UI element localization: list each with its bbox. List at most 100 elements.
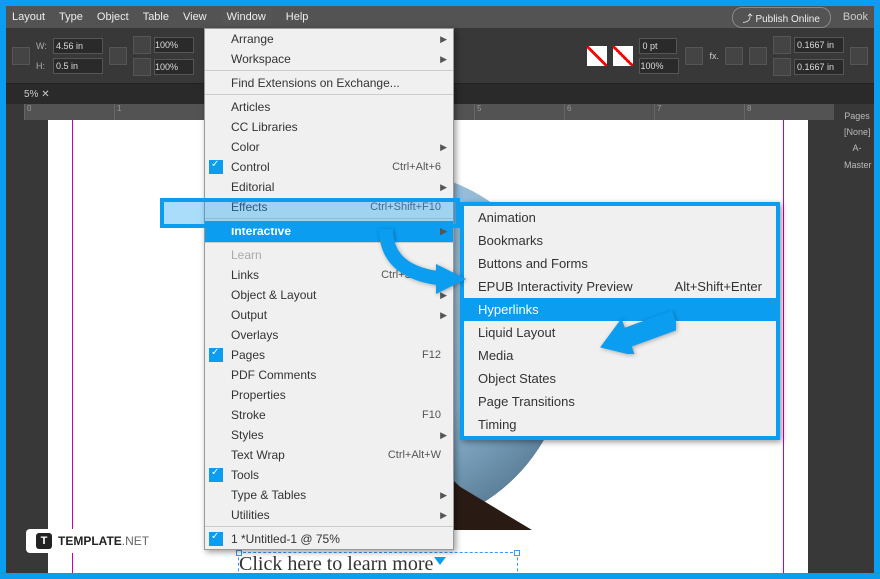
interactive-submenu-item-buttons-and-forms[interactable]: Buttons and Forms [464, 252, 776, 275]
menu-item-label: Articles [231, 100, 270, 114]
interactive-submenu-item-liquid-layout[interactable]: Liquid Layout [464, 321, 776, 344]
scale-y-input[interactable] [154, 59, 194, 75]
menu-help[interactable]: Help [286, 11, 309, 23]
menu-item-label: Learn [231, 248, 262, 262]
window-menu-item-interactive[interactable]: Interactive▶ [205, 221, 453, 243]
status-triangle-icon [434, 557, 446, 565]
window-menu-item-articles[interactable]: Articles [205, 97, 453, 117]
window-menu-item-properties[interactable]: Properties [205, 385, 453, 405]
window-menu-item-find-extensions-on-exchange-[interactable]: Find Extensions on Exchange... [205, 73, 453, 95]
publish-label: Publish Online [755, 14, 819, 25]
h-label: H: [36, 61, 50, 71]
menu-item-label: Tools [231, 468, 259, 482]
window-menu-item-type-tables[interactable]: Type & Tables▶ [205, 485, 453, 505]
corner-options-icon[interactable] [850, 47, 868, 65]
window-menu-item-editorial[interactable]: Editorial▶ [205, 177, 453, 197]
menubar: Layout Type Object Table View Window Hel… [6, 6, 874, 28]
fx-label[interactable]: fx. [709, 51, 719, 61]
menu-table[interactable]: Table [143, 11, 169, 23]
menu-layout[interactable]: Layout [12, 11, 45, 23]
submenu-item-label: Object States [478, 371, 556, 386]
window-menu-item-links[interactable]: LinksCtrl+Shift+D [205, 265, 453, 285]
window-menu-item-styles[interactable]: Styles ▶ [205, 425, 453, 445]
link-wh-icon[interactable] [109, 47, 127, 65]
menu-type[interactable]: Type [59, 11, 83, 23]
submenu-arrow-icon: ▶ [440, 290, 447, 301]
handle-tl[interactable] [236, 550, 242, 556]
interactive-submenu-item-object-states[interactable]: Object States [464, 367, 776, 390]
publish-online-button[interactable]: ⤴ Publish Online [732, 7, 831, 28]
window-menu-item-workspace[interactable]: Workspace▶ [205, 49, 453, 71]
inset-bottom-icon [773, 58, 791, 76]
submenu-arrow-icon: ▶ [440, 430, 447, 441]
interactive-submenu-item-hyperlinks[interactable]: Hyperlinks [464, 298, 776, 321]
menu-item-label: Properties [231, 388, 286, 402]
window-menu-item-output[interactable]: Output▶ [205, 305, 453, 325]
stroke-weight-input[interactable] [639, 38, 677, 54]
interactive-submenu-item-page-transitions[interactable]: Page Transitions [464, 390, 776, 413]
interactive-submenu-item-animation[interactable]: Animation [464, 206, 776, 229]
window-menu-item-utilities[interactable]: Utilities▶ [205, 505, 453, 527]
window-menu-item-learn[interactable]: Learn [205, 245, 453, 265]
submenu-arrow-icon: ▶ [440, 226, 447, 237]
menu-view[interactable]: View [183, 11, 207, 23]
menu-window[interactable]: Window [221, 8, 272, 26]
zoom-tab[interactable]: 5% ✕ [14, 89, 60, 100]
menu-object[interactable]: Object [97, 11, 129, 23]
window-menu-item-effects[interactable]: EffectsCtrl+Shift+F10 [205, 197, 453, 219]
window-menu-item-arrange[interactable]: Arrange▶ [205, 29, 453, 49]
pages-master[interactable]: A-Master [844, 140, 870, 172]
inset2-input[interactable] [794, 59, 844, 75]
submenu-arrow-icon: ▶ [440, 310, 447, 321]
interactive-submenu: AnimationBookmarksButtons and FormsEPUB … [460, 202, 780, 440]
stroke-swatch[interactable] [613, 46, 633, 66]
handle-tr[interactable] [514, 550, 520, 556]
window-menu-item-control[interactable]: ControlCtrl+Alt+6 [205, 157, 453, 177]
textframe-text: Click here to learn more [239, 553, 433, 573]
window-menu-item-text-wrap[interactable]: Text WrapCtrl+Alt+W [205, 445, 453, 465]
window-menu-item-color[interactable]: Color▶ [205, 137, 453, 157]
pages-panel[interactable]: Pages [None] A-Master [840, 104, 874, 177]
w-label: W: [36, 41, 50, 51]
window-menu-item-pdf-comments[interactable]: PDF Comments [205, 365, 453, 385]
workspace-switcher[interactable]: Book [843, 11, 868, 23]
submenu-item-label: Liquid Layout [478, 325, 555, 340]
height-input[interactable] [53, 58, 103, 74]
interactive-submenu-item-media[interactable]: Media [464, 344, 776, 367]
reference-point-icon[interactable] [12, 47, 30, 65]
pages-none[interactable]: [None] [844, 124, 870, 140]
fill-swatch[interactable] [587, 46, 607, 66]
menu-item-shortcut: F10 [422, 409, 441, 421]
window-menu-item-1-untitled-1-75-[interactable]: 1 *Untitled-1 @ 75% [205, 529, 453, 549]
menu-item-label: Pages [231, 348, 265, 362]
menu-item-label: Object & Layout [231, 288, 316, 302]
menu-item-label: Links [231, 268, 259, 282]
selected-text-frame[interactable]: Click here to learn more [238, 552, 518, 573]
interactive-submenu-item-timing[interactable]: Timing [464, 413, 776, 436]
window-menu-item-pages[interactable]: PagesF12 [205, 345, 453, 365]
margin-guide-left [72, 120, 73, 573]
window-menu-item-object-layout[interactable]: Object & Layout ▶ [205, 285, 453, 305]
stroke-style-icon[interactable] [685, 47, 703, 65]
window-menu-dropdown: Arrange▶Workspace▶ Find Extensions on Exc… [204, 28, 454, 550]
inset1-input[interactable] [794, 37, 844, 53]
template-t-icon: T [36, 533, 52, 549]
pages-panel-title: Pages [844, 108, 870, 124]
menu-item-label: Styles [231, 428, 264, 442]
menu-item-label: Utilities [231, 508, 270, 522]
interactive-submenu-item-bookmarks[interactable]: Bookmarks [464, 229, 776, 252]
window-menu-item-stroke[interactable]: Stroke F10 [205, 405, 453, 425]
submenu-arrow-icon: ▶ [440, 142, 447, 153]
window-menu-item-overlays[interactable]: Overlays [205, 325, 453, 345]
textwrap-icon[interactable] [749, 47, 767, 65]
scale-y-icon [133, 58, 151, 76]
opacity-input[interactable] [639, 58, 679, 74]
window-menu-item-tools[interactable]: Tools [205, 465, 453, 485]
menu-item-label: Stroke [231, 408, 266, 422]
scale-x-input[interactable] [154, 37, 194, 53]
align-icon[interactable] [725, 47, 743, 65]
interactive-submenu-item-epub-interactivity-preview[interactable]: EPUB Interactivity PreviewAlt+Shift+Ente… [464, 275, 776, 298]
window-menu-item-cc-libraries[interactable]: CC Libraries [205, 117, 453, 137]
menu-item-label: Find Extensions on Exchange... [231, 76, 400, 90]
width-input[interactable] [53, 38, 103, 54]
